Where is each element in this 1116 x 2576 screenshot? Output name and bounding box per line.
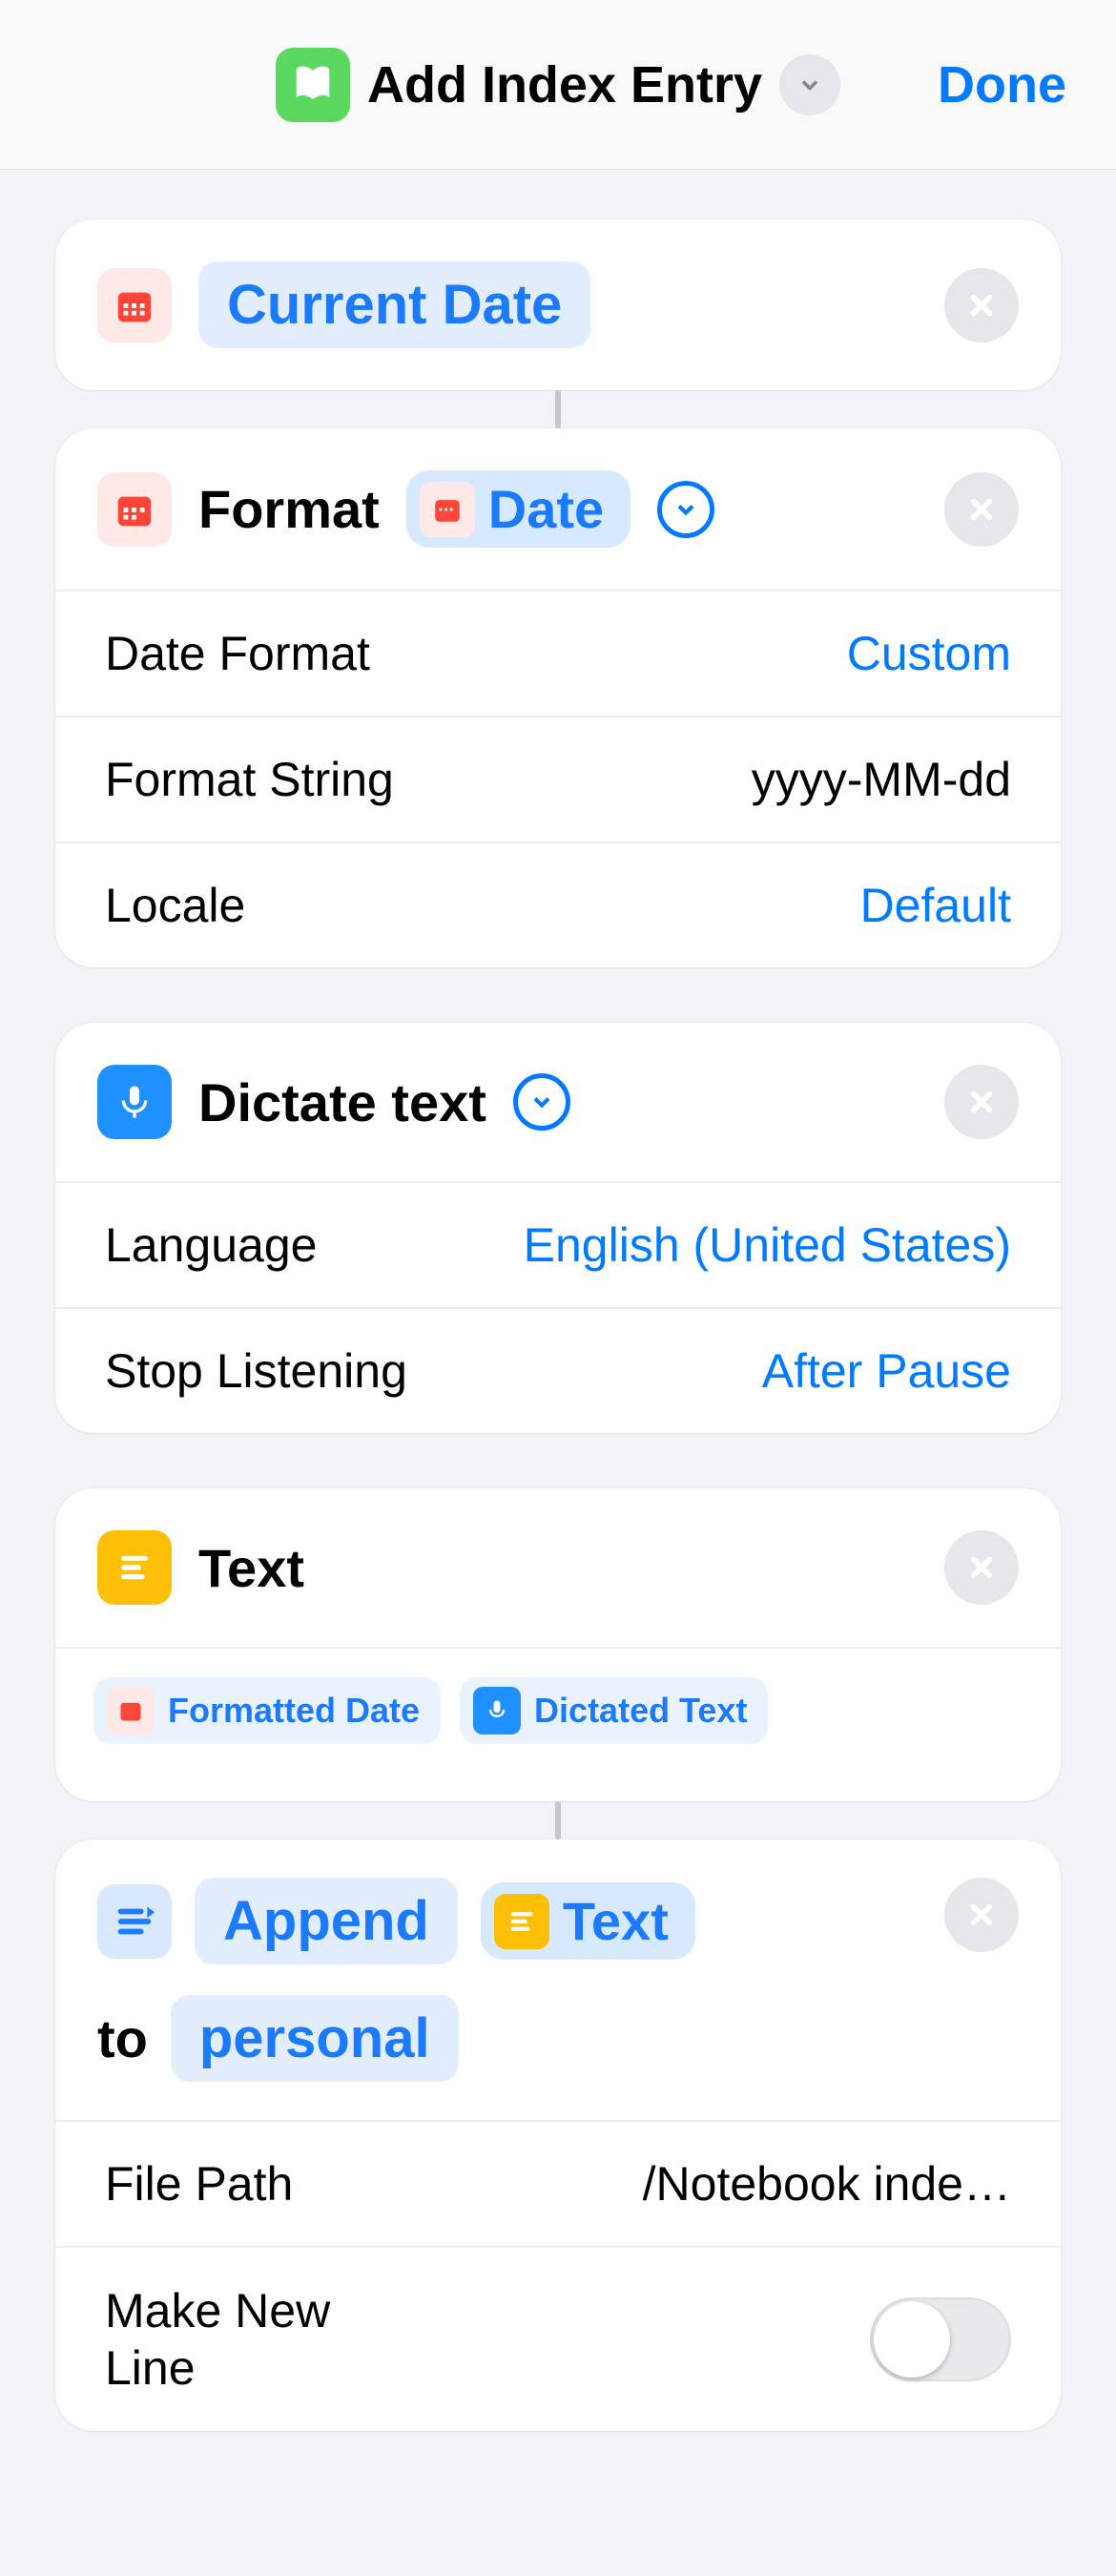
microphone-icon: [97, 1065, 172, 1139]
text-title: Text: [198, 1537, 304, 1599]
connector: [55, 390, 1061, 428]
delete-action-button[interactable]: [944, 1878, 1019, 1952]
calendar-icon: [107, 1687, 155, 1735]
editor-header: Add Index Entry Done: [0, 0, 1116, 170]
calendar-icon: [97, 472, 172, 547]
delete-action-button[interactable]: [944, 1530, 1019, 1605]
text-icon: [97, 1530, 172, 1605]
text-content-field[interactable]: Formatted Date Dictated Text: [55, 1649, 1061, 1801]
action-append-file: Append Text to personal File Path /Noteb…: [55, 1839, 1061, 2431]
action-dictate-text: Dictate text Language English (United St…: [55, 1023, 1061, 1433]
book-icon: [276, 48, 350, 122]
append-text-input-token[interactable]: Text: [481, 1882, 695, 1960]
format-title: Format: [198, 478, 380, 540]
collapse-toggle[interactable]: [657, 481, 714, 538]
action-format-date: Format Date Date Format Custom Format St…: [55, 428, 1061, 967]
param-stop-listening[interactable]: Stop Listening After Pause: [55, 1307, 1061, 1433]
title-chevron-icon[interactable]: [779, 54, 840, 115]
dictated-text-token[interactable]: Dictated Text: [460, 1677, 768, 1744]
microphone-icon: [473, 1687, 521, 1735]
append-to-label: to: [97, 2007, 148, 2069]
action-text: Text Formatted Date Dictated Text: [55, 1488, 1061, 1801]
param-locale[interactable]: Locale Default: [55, 841, 1061, 967]
calendar-icon: [420, 482, 475, 537]
delete-action-button[interactable]: [944, 268, 1019, 343]
collapse-toggle[interactable]: [513, 1073, 570, 1131]
param-date-format[interactable]: Date Format Custom: [55, 590, 1061, 716]
param-make-new-line: Make New Line: [55, 2246, 1061, 2431]
calendar-icon: [97, 268, 172, 343]
append-file-icon: [97, 1884, 172, 1959]
current-date-token[interactable]: Current Date: [198, 261, 590, 348]
shortcut-title-group[interactable]: Add Index Entry: [276, 48, 840, 122]
append-destination-token[interactable]: personal: [171, 1995, 459, 2082]
make-new-line-toggle[interactable]: [870, 2297, 1011, 2381]
connector: [55, 1801, 1061, 1839]
dictate-title: Dictate text: [198, 1071, 486, 1133]
append-word-token[interactable]: Append: [195, 1878, 458, 1964]
delete-action-button[interactable]: [944, 472, 1019, 547]
param-file-path[interactable]: File Path /Notebook inde…: [55, 2120, 1061, 2246]
action-current-date: Current Date: [55, 219, 1061, 390]
text-icon: [494, 1894, 549, 1949]
formatted-date-token[interactable]: Formatted Date: [93, 1677, 441, 1744]
param-language[interactable]: Language English (United States): [55, 1181, 1061, 1307]
shortcut-title: Add Index Entry: [367, 55, 762, 114]
format-input-date-token[interactable]: Date: [406, 470, 630, 548]
delete-action-button[interactable]: [944, 1065, 1019, 1139]
param-format-string[interactable]: Format String yyyy-MM-dd: [55, 716, 1061, 841]
done-button[interactable]: Done: [938, 55, 1066, 114]
